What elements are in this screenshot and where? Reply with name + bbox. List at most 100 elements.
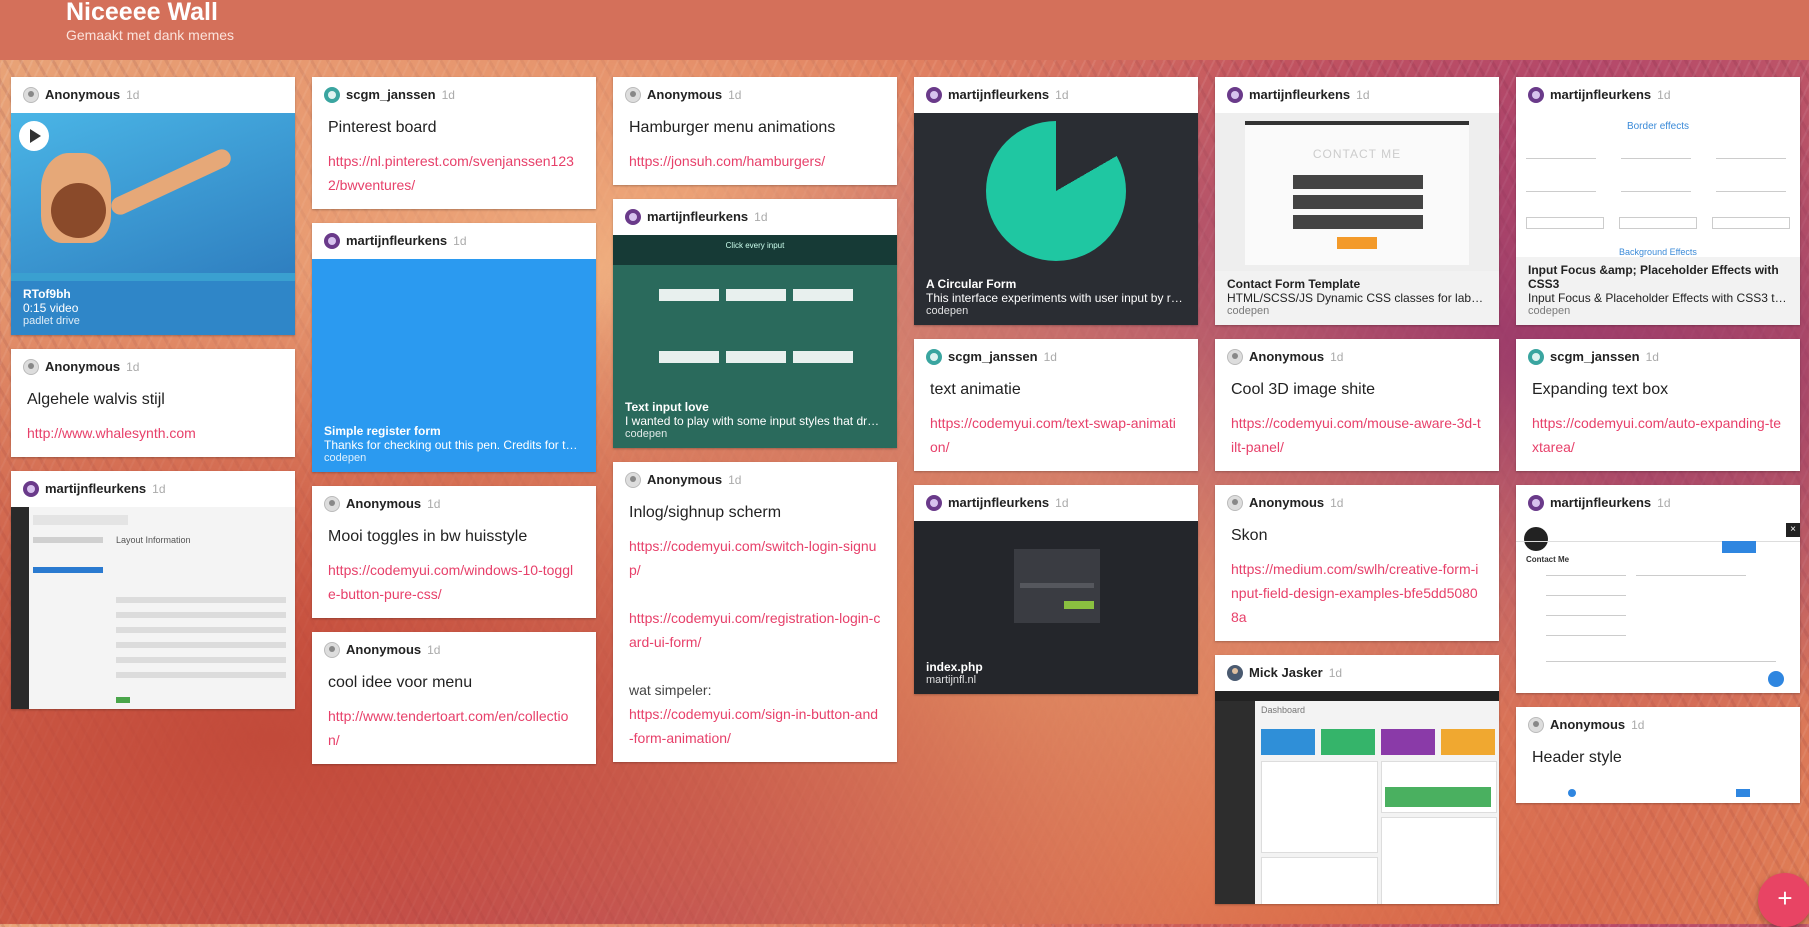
- post-author: Anonymous 1d: [346, 496, 441, 511]
- post-card[interactable]: Anonymous 1d cool idee voor menu http://w…: [312, 632, 596, 764]
- embed-description: I wanted to play with some input styles …: [625, 414, 885, 428]
- post-time: 1d: [754, 210, 768, 224]
- post-title: Hamburger menu animations: [629, 119, 836, 136]
- screenshot-thumbnail[interactable]: Layout Information: [11, 507, 295, 709]
- screenshot-title: Layout Information: [116, 535, 191, 545]
- codepen-thumbnail[interactable]: Border effects Background Effects Input …: [1516, 113, 1800, 325]
- column-5: martijnfleurkens 1d CONTACT ME Contact Fo…: [1215, 77, 1499, 918]
- post-link[interactable]: https://codemyui.com/text-swap-animation…: [930, 411, 1182, 459]
- post-card[interactable]: scgm_janssen 1d Expanding text box https:…: [1516, 339, 1800, 471]
- post-link[interactable]: https://codemyui.com/registration-login-…: [629, 606, 881, 654]
- post-card[interactable]: martijnfleurkens 1d A Circular Form This …: [914, 77, 1198, 325]
- post-time: 1d: [126, 360, 140, 374]
- post-card[interactable]: martijnfleurkens 1d Border effects Backgr…: [1516, 77, 1800, 325]
- wall-title[interactable]: Niceeee Wall: [66, 0, 218, 27]
- post-author: Anonymous 1d: [45, 359, 140, 374]
- post-card[interactable]: martijnfleurkens 1d CONTACT ME Contact Fo…: [1215, 77, 1499, 325]
- post-time: 1d: [1645, 350, 1659, 364]
- post-author: martijnfleurkens 1d: [45, 481, 166, 496]
- avatar: [324, 233, 340, 249]
- avatar: [625, 87, 641, 103]
- post-author: Anonymous 1d: [1249, 349, 1344, 364]
- post-link[interactable]: https://nl.pinterest.com/svenjanssen1232…: [328, 149, 580, 197]
- post-author: martijnfleurkens 1d: [948, 87, 1069, 102]
- post-card[interactable]: Anonymous 1d Hamburger menu animations ht…: [613, 77, 897, 185]
- add-post-button[interactable]: +: [1758, 873, 1809, 927]
- play-icon[interactable]: [19, 121, 49, 151]
- avatar: [625, 209, 641, 225]
- post-title: Inlog/sighnup scherm: [629, 504, 782, 521]
- post-time: 1d: [728, 473, 742, 487]
- post-time: 1d: [1631, 718, 1645, 732]
- post-time: 1d: [1657, 88, 1671, 102]
- post-card[interactable]: Anonymous 1d Header style: [1516, 707, 1800, 803]
- post-link[interactable]: https://codemyui.com/mouse-aware-3d-tilt…: [1231, 411, 1483, 459]
- embed-description: Input Focus & Placeholder Effects with C…: [1528, 291, 1788, 305]
- post-card[interactable]: Mick Jasker 1d Dashboard: [1215, 655, 1499, 904]
- avatar: [23, 359, 39, 375]
- post-card[interactable]: martijnfleurkens 1d × Contact Me: [1516, 485, 1800, 693]
- header-thumbnail[interactable]: [1516, 783, 1800, 803]
- post-link[interactable]: https://medium.com/swlh/creative-form-in…: [1231, 557, 1483, 629]
- embed-description: HTML/SCSS/JS Dynamic CSS classes for lab…: [1227, 291, 1487, 305]
- column-2: scgm_janssen 1d Pinterest board https://n…: [312, 77, 596, 778]
- post-author: Anonymous 1d: [346, 642, 441, 657]
- post-author: Anonymous 1d: [1550, 717, 1645, 732]
- post-card[interactable]: Anonymous 1d RTof9bh 0:15 video padlet dr…: [11, 77, 295, 335]
- codepen-thumbnail[interactable]: A Circular Form This interface experimen…: [914, 113, 1198, 325]
- post-author: martijnfleurkens 1d: [346, 233, 467, 248]
- close-icon[interactable]: ×: [1786, 523, 1800, 537]
- avatar: [926, 495, 942, 511]
- post-link[interactable]: https://codemyui.com/windows-10-toggle-b…: [328, 558, 580, 606]
- embed-source: codepen: [324, 452, 367, 464]
- post-author: Anonymous 1d: [647, 87, 742, 102]
- post-link[interactable]: http://www.whalesynth.com: [27, 421, 279, 445]
- link-title: index.php: [926, 660, 983, 674]
- post-link[interactable]: https://codemyui.com/sign-in-button-and-…: [629, 702, 881, 750]
- avatar: [1227, 87, 1243, 103]
- post-card[interactable]: scgm_janssen 1d Pinterest board https://n…: [312, 77, 596, 209]
- post-author: martijnfleurkens 1d: [647, 209, 768, 224]
- post-card[interactable]: martijnfleurkens 1d Click every input Tex…: [613, 199, 897, 448]
- post-link[interactable]: https://jonsuh.com/hamburgers/: [629, 149, 881, 173]
- codepen-thumbnail[interactable]: CONTACT ME Contact Form Template HTML/SC…: [1215, 113, 1499, 325]
- codepen-thumbnail[interactable]: Simple register form Thanks for checking…: [312, 259, 596, 472]
- post-card[interactable]: Anonymous 1d Skon https://medium.com/swlh…: [1215, 485, 1499, 641]
- post-title: Skon: [1231, 527, 1268, 544]
- embed-source: codepen: [1528, 305, 1571, 317]
- post-card[interactable]: martijnfleurkens 1d index.php martijnfl.n…: [914, 485, 1198, 694]
- post-card[interactable]: Anonymous 1d Inlog/sighnup scherm https:/…: [613, 462, 897, 762]
- embed-title: Text input love: [625, 400, 709, 414]
- post-time: 1d: [427, 643, 441, 657]
- video-thumbnail[interactable]: RTof9bh 0:15 video padlet drive: [11, 113, 295, 335]
- form-thumbnail[interactable]: × Contact Me: [1516, 521, 1800, 693]
- avatar: [324, 87, 340, 103]
- post-time: 1d: [427, 497, 441, 511]
- post-title: Algehele walvis stijl: [27, 391, 165, 408]
- post-card[interactable]: scgm_janssen 1d text animatie https://cod…: [914, 339, 1198, 471]
- codepen-thumbnail[interactable]: Click every input Text input love I want…: [613, 235, 897, 448]
- post-author: Mick Jasker 1d: [1249, 665, 1343, 680]
- dashboard-thumbnail[interactable]: Dashboard: [1215, 691, 1499, 904]
- avatar: [1227, 495, 1243, 511]
- post-time: 1d: [1356, 88, 1370, 102]
- post-author: Anonymous 1d: [45, 87, 140, 102]
- post-link[interactable]: https://codemyui.com/switch-login-signup…: [629, 534, 881, 582]
- post-title: text animatie: [930, 381, 1021, 398]
- embed-source: codepen: [625, 428, 668, 440]
- post-card[interactable]: Anonymous 1d Algehele walvis stijl http:/…: [11, 349, 295, 457]
- avatar: [23, 87, 39, 103]
- post-time: 1d: [152, 482, 166, 496]
- post-card[interactable]: martijnfleurkens 1d Layout Information: [11, 471, 295, 709]
- screenshot-text: Border effects: [1626, 121, 1690, 132]
- post-link[interactable]: http://www.tendertoart.com/en/collection…: [328, 704, 580, 752]
- website-thumbnail[interactable]: index.php martijnfl.nl: [914, 521, 1198, 694]
- post-author: Anonymous 1d: [1249, 495, 1344, 510]
- embed-source: codepen: [1227, 305, 1270, 317]
- screenshot-text: CONTACT ME: [1312, 147, 1402, 161]
- post-card[interactable]: Anonymous 1d Cool 3D image shite https://…: [1215, 339, 1499, 471]
- post-link[interactable]: https://codemyui.com/auto-expanding-text…: [1532, 411, 1784, 459]
- wall-subtitle[interactable]: Gemaakt met dank memes: [66, 27, 234, 43]
- post-card[interactable]: martijnfleurkens 1d Simple register form …: [312, 223, 596, 472]
- post-card[interactable]: Anonymous 1d Mooi toggles in bw huisstyle…: [312, 486, 596, 618]
